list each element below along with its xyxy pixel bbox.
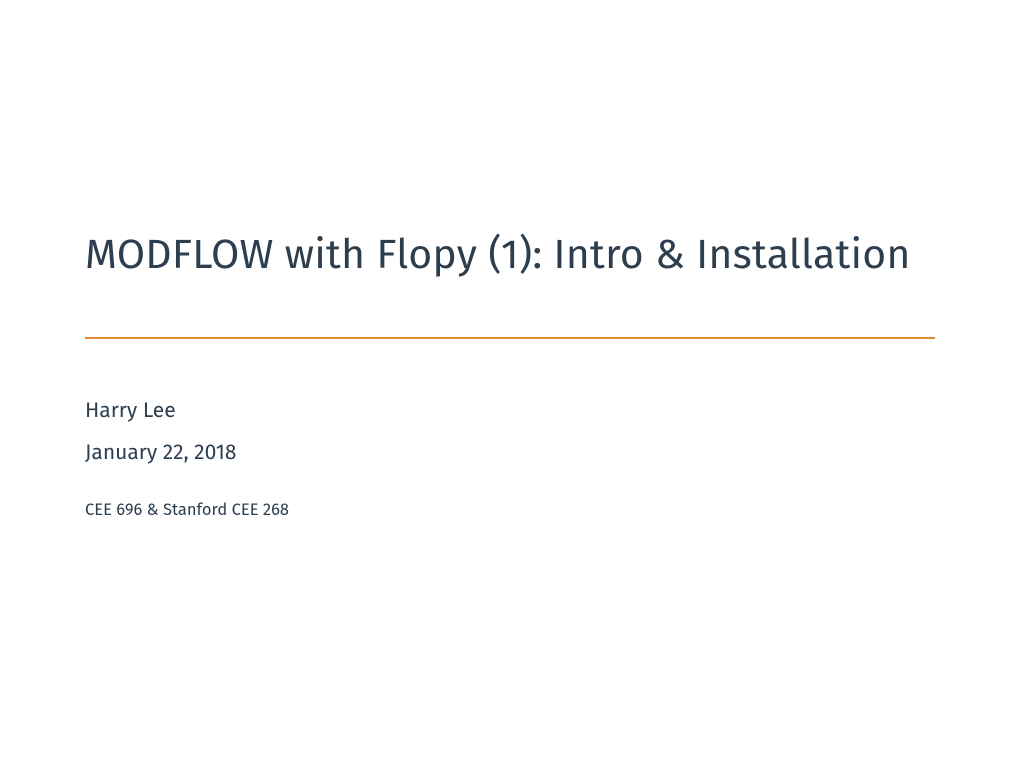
- title-slide: MODFLOW with Flopy (1): Intro & Installa…: [0, 0, 1020, 520]
- presentation-date: January 22, 2018: [85, 439, 935, 465]
- title-divider: [85, 337, 935, 339]
- course-code: CEE 696 & Stanford CEE 268: [85, 501, 935, 520]
- slide-title: MODFLOW with Flopy (1): Intro & Installa…: [85, 230, 935, 279]
- author-name: Harry Lee: [85, 397, 935, 423]
